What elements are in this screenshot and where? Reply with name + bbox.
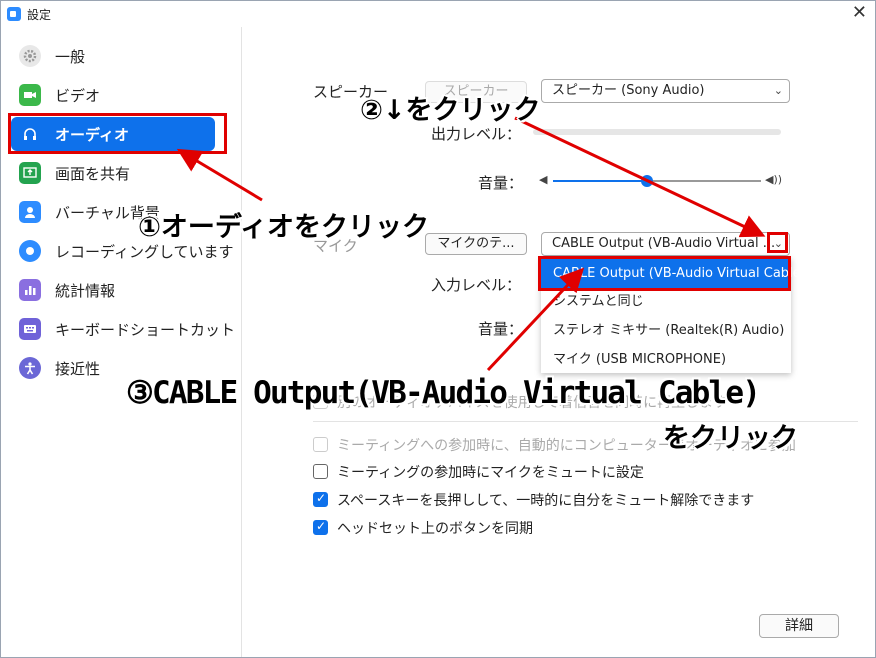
checkbox-label: ミーティングの参加時にマイクをミュートに設定: [337, 465, 644, 481]
accessibility-icon: [19, 357, 41, 379]
annotation-box-cable-output: [538, 256, 791, 291]
volume-high-icon: ◀)): [765, 173, 783, 186]
speaker-select[interactable]: スピーカー (Sony Audio) ⌄: [541, 79, 790, 103]
title-bar: 設定 ✕: [1, 1, 875, 27]
video-camera-icon: [19, 84, 41, 106]
mic-select[interactable]: CABLE Output (VB-Audio Virtual ... ⌄: [541, 232, 790, 256]
test-mic-button[interactable]: マイクのテ...: [425, 233, 527, 255]
sidebar-item-label: 接近性: [55, 360, 101, 378]
sidebar-item-label: レコーディングしています: [55, 243, 234, 261]
share-screen-icon: [19, 162, 41, 184]
chevron-down-icon: ⌄: [773, 84, 783, 97]
volume-low-icon: ◀: [539, 173, 548, 186]
output-level-meter: [533, 129, 781, 135]
sidebar-item-share-screen[interactable]: 画面を共有: [11, 156, 215, 190]
speaker-volume-knob[interactable]: [641, 175, 653, 187]
annotation-box-audio: [8, 113, 227, 154]
mic-volume-label: 音量：: [478, 320, 524, 338]
speaker-volume-label: 音量：: [478, 174, 524, 192]
gear-icon: [19, 45, 41, 67]
annotation-step3-line2: をクリック: [663, 423, 798, 454]
sidebar-item-label: 統計情報: [55, 282, 116, 300]
record-icon: [19, 240, 41, 262]
sidebar-item-label: 画面を共有: [55, 165, 131, 183]
speaker-select-value: スピーカー (Sony Audio): [552, 83, 705, 98]
checkbox[interactable]: [313, 464, 328, 479]
sidebar-item-statistics[interactable]: 統計情報: [11, 273, 215, 307]
zoom-app-icon: [7, 7, 21, 21]
mic-option-stereo-mixer[interactable]: ステレオ ミキサー (Realtek(R) Audio): [541, 316, 791, 346]
sidebar-item-label: 一般: [55, 48, 86, 66]
sidebar-item-label: ビデオ: [55, 87, 101, 105]
sidebar-item-keyboard-shortcuts[interactable]: キーボードショートカット: [11, 312, 235, 346]
checkbox-label: スペースキーを長押しして、一時的に自分をミュート解除できます: [337, 493, 755, 509]
checkbox-label: ヘッドセット上のボタンを同期: [337, 521, 533, 537]
sidebar-item-general[interactable]: 一般: [11, 39, 215, 73]
checkbox[interactable]: [313, 519, 328, 535]
mic-select-value: CABLE Output (VB-Audio Virtual ...: [552, 236, 776, 251]
mic-option-usb-microphone[interactable]: マイク (USB MICROPHONE): [541, 345, 791, 375]
annotation-box-chevron: [767, 232, 788, 253]
checkbox[interactable]: [313, 437, 328, 452]
annotation-step2: ②↓をクリック: [360, 95, 541, 126]
annotation-step1: ①オーディオをクリック: [138, 212, 429, 243]
keyboard-icon: [19, 318, 41, 340]
annotation-step3-line1: ③CABLE Output(VB-Audio Virtual Cable): [126, 375, 761, 411]
bar-chart-icon: [19, 279, 41, 301]
input-level-label: 入力レベル：: [431, 276, 522, 294]
window-title: 設定: [27, 8, 52, 22]
person-background-icon: [19, 201, 41, 223]
mic-option-same-as-system[interactable]: システムと同じ: [541, 287, 791, 317]
audio-settings-panel: スピーカー スピーカー スピーカー (Sony Audio) ⌄ 出力レベル： …: [243, 27, 875, 657]
details-button[interactable]: 詳細: [759, 614, 839, 638]
sidebar-item-video[interactable]: ビデオ: [11, 78, 215, 112]
checkbox[interactable]: [313, 491, 328, 507]
sidebar-item-label: キーボードショートカット: [55, 321, 236, 339]
close-icon[interactable]: ✕: [852, 3, 867, 23]
speaker-volume-fill: [553, 180, 647, 182]
